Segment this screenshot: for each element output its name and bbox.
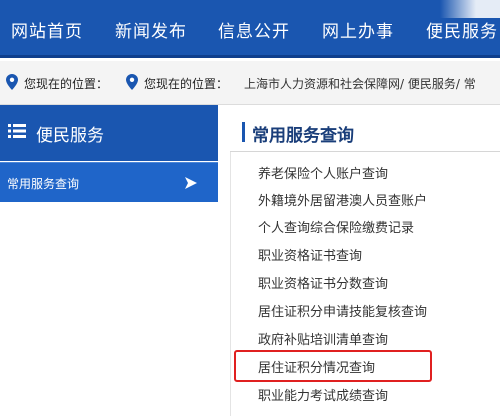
breadcrumb-link-current[interactable]: 常 [464, 77, 476, 91]
play-arrow-icon [185, 177, 197, 189]
sidebar-body [0, 202, 218, 416]
section-accent-bar [242, 122, 245, 142]
nav-item-news[interactable]: 新闻发布 [115, 17, 187, 42]
sidebar-item-label: 常用服务查询 [7, 177, 80, 191]
service-link[interactable]: 外籍境外居留港澳人员查账户 [258, 190, 427, 209]
section-title: 常用服务查询 [252, 126, 354, 146]
highlight-annotation-box [234, 350, 432, 382]
column-divider [230, 152, 231, 416]
breadcrumb-path: 上海市人力资源和社会保障网/ 便民服务/ 常 [244, 75, 476, 92]
service-link[interactable]: 职业资格证书查询 [258, 245, 362, 264]
location-label: 您现在的位置： [24, 77, 109, 91]
nav-item-online-services[interactable]: 网上办事 [322, 17, 394, 42]
service-link[interactable]: 养老保险个人账户查询 [258, 163, 388, 182]
service-link[interactable]: 个人查询综合保险缴费记录 [258, 217, 414, 236]
breadcrumb-separator: / [455, 77, 460, 91]
sidebar-item-common-service-query[interactable]: 常用服务查询 [0, 162, 218, 202]
top-nav-bar: 网站首页 新闻发布 信息公开 网上办事 便民服务 [0, 0, 500, 58]
service-link[interactable]: 职业资格证书分数查询 [258, 273, 388, 292]
location-pin-icon [6, 74, 18, 90]
nav-item-home[interactable]: 网站首页 [11, 17, 83, 42]
list-icon [8, 124, 26, 138]
breadcrumb-link-home[interactable]: 上海市人力资源和社会保障网 [244, 77, 400, 91]
breadcrumb: 您现在的位置： 您现在的位置： 上海市人力资源和社会保障网/ 便民服务/ 常 [0, 61, 500, 105]
service-link[interactable]: 职业能力考试成绩查询 [258, 385, 388, 404]
sidebar-header: 便民服务 [0, 105, 218, 161]
breadcrumb-link-convenience[interactable]: 便民服务 [408, 77, 456, 91]
section-header: 常用服务查询 [230, 112, 500, 152]
location-pin-icon [126, 74, 138, 90]
service-link[interactable]: 政府补贴培训清单查询 [258, 329, 388, 348]
decoration-fade [440, 0, 500, 18]
nav-item-convenience-services[interactable]: 便民服务 [426, 17, 498, 42]
nav-item-info-disclosure[interactable]: 信息公开 [218, 17, 290, 42]
location-label: 您现在的位置： [144, 77, 229, 91]
service-link[interactable]: 居住证积分申请技能复核查询 [258, 301, 427, 320]
breadcrumb-separator: / [400, 77, 405, 91]
sidebar-title: 便民服务 [36, 126, 104, 146]
